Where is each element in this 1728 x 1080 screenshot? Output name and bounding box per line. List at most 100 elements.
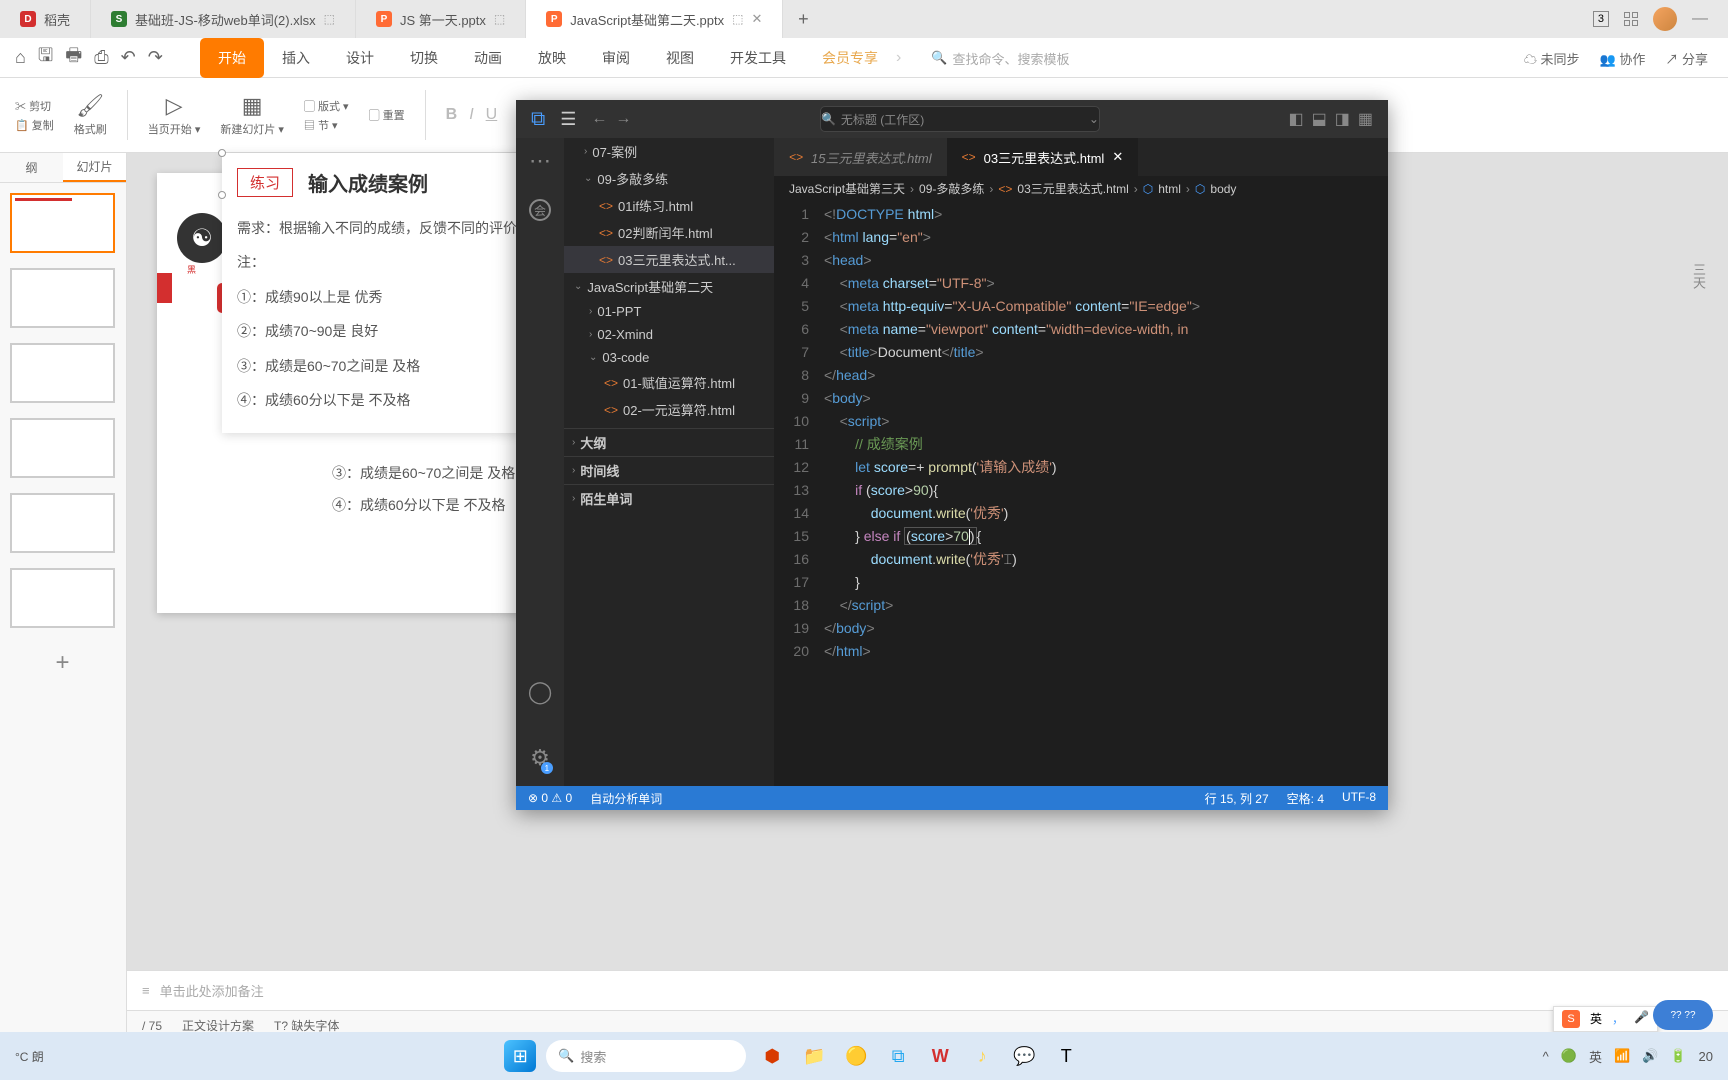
play-from-current[interactable]: ▷ 当页开始 ▾ [148,93,201,137]
spaces[interactable]: 空格: 4 [1287,790,1324,807]
avatar[interactable] [1653,7,1677,31]
print-icon[interactable]: 🖶 [65,43,82,73]
thumbnail-active[interactable] [10,193,115,253]
redo-icon[interactable]: ↷ [148,47,163,68]
vscode-taskbar-icon[interactable]: ⧉ [882,1040,914,1072]
explorer-icon[interactable]: 📁 [798,1040,830,1072]
weather[interactable]: °C 朗 [15,1048,44,1065]
panel-words[interactable]: › 陌生单词 [564,484,774,512]
clock-widget[interactable]: ?? ?? [1653,1000,1713,1030]
save-icon[interactable]: 🖫 [38,43,53,73]
ime-punct[interactable]: ， [1612,1010,1624,1028]
new-tab-button[interactable]: + [783,9,823,30]
menu-dev[interactable]: 开发工具 [712,38,804,78]
home-icon[interactable]: ⌂ [15,47,26,68]
command-center[interactable]: 🔍 无标题 (工作区) ⌄ [820,106,1100,132]
code-lines[interactable]: <!DOCTYPE html> <html lang="en"> <head> … [824,201,1388,786]
menu-animation[interactable]: 动画 [456,38,520,78]
folder-item[interactable]: › 07-案例 [564,138,774,165]
format-painter[interactable]: 🖌 格式刷 [74,93,107,137]
collab-button[interactable]: 👥 协作 [1600,49,1646,68]
notes-pane[interactable]: ≡ 单击此处添加备注 [127,970,1728,1010]
folder-item[interactable]: › 01-PPT [564,300,774,323]
share-button[interactable]: ↗ 分享 [1665,49,1708,68]
cursor-pos[interactable]: 行 15, 列 27 [1205,790,1269,807]
grid-icon[interactable] [1624,12,1638,26]
file-item-active[interactable]: <> 03三元里表达式.ht... [564,246,774,273]
file-item[interactable]: <> 02判断闰年.html [564,219,774,246]
ime-lang[interactable]: 英 [1590,1010,1602,1028]
tab-daoké[interactable]: D 稻壳 [0,0,91,38]
layout-icon[interactable]: ◨ [1335,109,1350,129]
breadcrumb[interactable]: JavaScript基础第三天 › 09-多敲多练 › <> 03三元里表达式.… [774,176,1388,201]
underline-button[interactable]: U [486,106,498,124]
resize-handle[interactable] [218,149,226,157]
minimize-icon[interactable]: — [1692,10,1708,28]
code-area[interactable]: 1234567891011121314151617181920 <!DOCTYP… [774,201,1388,786]
file-item[interactable]: <> 01-赋值运算符.html [564,369,774,396]
analyze[interactable]: 自动分析单词 [590,790,662,807]
avatar-circle-icon[interactable]: 会 [529,199,551,221]
pin-icon[interactable]: ⬚ [494,12,505,26]
system-tray[interactable]: ^ 🟢 英 📶 🔊 🔋 20 [1543,1047,1713,1066]
thumbnail[interactable] [10,568,115,628]
clock[interactable]: 20 [1699,1049,1713,1064]
editor-tab[interactable]: <>15三元里表达式.html [774,138,947,176]
start-button[interactable]: ⊞ [504,1040,536,1072]
gear-icon[interactable]: ⚙1 [530,745,550,771]
ime-mic-icon[interactable]: 🎤 [1634,1010,1649,1028]
tray-lang[interactable]: 英 [1589,1047,1602,1066]
hamburger-icon[interactable]: ☰ [560,109,576,130]
resize-handle[interactable] [218,191,226,199]
chevron-down-icon[interactable]: ⌄ [1089,112,1099,126]
menu-transition[interactable]: 切换 [392,38,456,78]
bold-button[interactable]: B [446,106,458,124]
music-icon[interactable]: ♪ [966,1040,998,1072]
menu-view[interactable]: 视图 [648,38,712,78]
copy-button[interactable]: 📋 复制 [15,117,54,133]
preview-icon[interactable]: ⎙ [94,47,108,68]
menu-review[interactable]: 审阅 [584,38,648,78]
tab-ppt2-active[interactable]: P JavaScript基础第二天.pptx ⬚ ✕ [526,0,783,38]
chrome-icon[interactable]: 🟡 [840,1040,872,1072]
add-slide-button[interactable]: + [10,643,115,683]
pin-icon[interactable]: ⬚ [324,12,335,26]
undo-icon[interactable]: ↶ [121,47,136,68]
text-icon[interactable]: T [1050,1040,1082,1072]
page-indicator[interactable]: / 75 [142,1019,162,1033]
encoding[interactable]: UTF-8 [1342,790,1376,807]
layout-icon[interactable]: ⬓ [1312,109,1327,129]
new-slide-button[interactable]: ▦ 新建幻灯片 ▾ [220,93,284,137]
thumbnail[interactable] [10,418,115,478]
cut-button[interactable]: ✂ 剪切 [15,98,54,114]
panel-timeline[interactable]: › 时间线 [564,456,774,484]
wps-icon[interactable]: W [924,1040,956,1072]
outline-tab[interactable]: 纲 [0,153,63,182]
italic-button[interactable]: I [469,106,473,124]
menu-insert[interactable]: 插入 [264,38,328,78]
layout-button[interactable]: ▢ 版式 ▾ [304,98,349,114]
account-icon[interactable]: ◯ [528,679,553,705]
close-icon[interactable]: ✕ [1112,149,1123,165]
errors[interactable]: ⊗ 0 ⚠ 0 [528,791,572,805]
panel-outline[interactable]: › 大纲 [564,428,774,456]
tab-xlsx[interactable]: S 基础班-JS-移动web单词(2).xlsx ⬚ [91,0,356,38]
chevron-up-icon[interactable]: ^ [1543,1049,1549,1064]
vscode-titlebar[interactable]: ⧉ ☰ ← → 🔍 无标题 (工作区) ⌄ ◧ ⬓ ◨ ▦ [516,100,1388,138]
pin-icon[interactable]: ⬚ [732,12,743,26]
nav-back-icon[interactable]: ← [591,110,607,128]
tab-ppt1[interactable]: P JS 第一天.pptx ⬚ [356,0,526,38]
nav-fwd-icon[interactable]: → [615,110,631,128]
layout-icon[interactable]: ▦ [1358,109,1373,129]
folder-item[interactable]: ⌄ 03-code [564,346,774,369]
thumbnail[interactable] [10,493,115,553]
taskbar-search[interactable]: 🔍搜索 [546,1040,746,1072]
menu-slideshow[interactable]: 放映 [520,38,584,78]
file-item[interactable]: <> 02-一元运算符.html [564,396,774,423]
wechat-icon[interactable]: 💬 [1008,1040,1040,1072]
editor-tab-active[interactable]: <>03三元里表达式.html✕ [947,138,1139,176]
menu-design[interactable]: 设计 [328,38,392,78]
ellipsis-icon[interactable]: ⋯ [529,148,551,174]
file-item[interactable]: <> 01if练习.html [564,192,774,219]
thumbnail[interactable] [10,268,115,328]
